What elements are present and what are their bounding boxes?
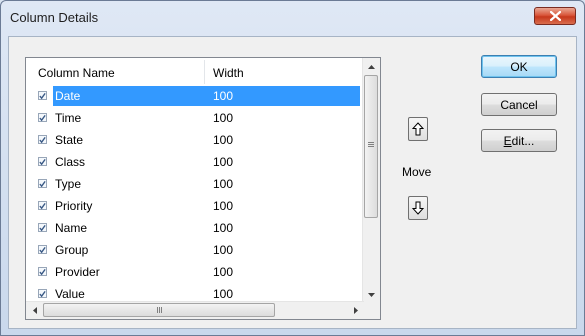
header-divider[interactable] <box>204 60 205 84</box>
checkmark-icon <box>39 92 46 99</box>
list-item[interactable]: Provider 100 <box>26 261 360 283</box>
scroll-down-arrow[interactable] <box>363 286 380 303</box>
column-name-cell: Value <box>55 287 85 301</box>
list-item[interactable]: Priority 100 <box>26 195 360 217</box>
checkmark-icon <box>39 136 46 143</box>
checkmark-icon <box>39 246 46 253</box>
move-label: Move <box>402 165 432 179</box>
column-name-cell: Class <box>55 155 86 169</box>
checkmark-icon <box>39 202 46 209</box>
list-item[interactable]: Type 100 <box>26 173 360 195</box>
list-item[interactable]: Group 100 <box>26 239 360 261</box>
row-checkbox[interactable] <box>38 245 47 254</box>
edit-label: dit... <box>511 133 535 148</box>
row-checkbox[interactable] <box>38 179 47 188</box>
edit-button[interactable]: Edit... <box>481 129 557 152</box>
checkmark-icon <box>39 158 46 165</box>
scroll-right-arrow[interactable] <box>347 302 364 319</box>
checkmark-icon <box>39 290 46 297</box>
scroll-left-arrow[interactable] <box>26 302 43 319</box>
column-name-cell: Priority <box>55 199 93 213</box>
vertical-scrollbar[interactable] <box>362 58 380 303</box>
width-cell: 100 <box>213 89 234 103</box>
dialog-client-area: Column Name Width Date 100 Time 100 State 100… <box>8 36 577 329</box>
dialog-title: Column Details <box>10 10 99 25</box>
triangle-up-icon <box>368 64 375 69</box>
triangle-down-icon <box>368 292 375 297</box>
width-cell: 100 <box>213 221 234 235</box>
list-item[interactable]: Time 100 <box>26 107 360 129</box>
width-cell: 100 <box>213 155 234 169</box>
width-cell: 100 <box>213 177 234 191</box>
column-name-cell: Name <box>55 221 88 235</box>
width-cell: 100 <box>213 287 234 301</box>
triangle-right-icon <box>353 307 358 314</box>
selection-highlight <box>53 86 360 106</box>
arrow-down-icon <box>412 201 424 215</box>
checkmark-icon <box>39 224 46 231</box>
width-cell: 100 <box>213 111 234 125</box>
width-cell: 100 <box>213 199 234 213</box>
row-checkbox[interactable] <box>38 289 47 298</box>
arrow-up-icon <box>412 122 424 136</box>
scrollbar-corner <box>363 302 380 319</box>
row-checkbox[interactable] <box>38 135 47 144</box>
list-item[interactable]: State 100 <box>26 129 360 151</box>
column-name-cell: Date <box>55 89 81 103</box>
width-header[interactable]: Width <box>213 66 244 80</box>
vertical-scroll-thumb[interactable] <box>364 75 378 218</box>
ok-button[interactable]: OK <box>481 55 557 78</box>
width-cell: 100 <box>213 265 234 279</box>
checkmark-icon <box>39 268 46 275</box>
scroll-up-arrow[interactable] <box>363 58 380 75</box>
width-cell: 100 <box>213 243 234 257</box>
row-checkbox[interactable] <box>38 201 47 210</box>
move-up-button[interactable] <box>408 117 428 141</box>
horizontal-scroll-thumb[interactable] <box>43 303 275 317</box>
column-list[interactable]: Column Name Width Date 100 Time 100 State 100… <box>25 57 381 320</box>
row-checkbox[interactable] <box>38 267 47 276</box>
column-name-cell: Group <box>55 243 89 257</box>
width-cell: 100 <box>213 133 234 147</box>
edit-mnemonic: E <box>503 133 512 148</box>
cancel-button[interactable]: Cancel <box>481 93 557 116</box>
row-checkbox[interactable] <box>38 157 47 166</box>
list-header: Column Name Width <box>26 58 360 84</box>
column-name-cell: State <box>55 133 84 147</box>
list-rows: Date 100 Time 100 State 100 Class 100 Type 100 Pri… <box>26 85 360 305</box>
column-name-cell: Time <box>55 111 82 125</box>
close-button[interactable] <box>534 7 576 25</box>
row-checkbox[interactable] <box>38 91 47 100</box>
triangle-left-icon <box>32 307 37 314</box>
row-checkbox[interactable] <box>38 113 47 122</box>
checkmark-icon <box>39 180 46 187</box>
horizontal-scrollbar[interactable] <box>26 301 364 319</box>
title-bar[interactable]: Column Details <box>1 1 584 36</box>
list-item[interactable]: Class 100 <box>26 151 360 173</box>
checkmark-icon <box>39 114 46 121</box>
column-name-cell: Provider <box>55 265 100 279</box>
list-item[interactable]: Date 100 <box>26 85 360 107</box>
column-name-header[interactable]: Column Name <box>38 66 115 80</box>
move-down-button[interactable] <box>408 196 428 220</box>
column-details-dialog: Column Details Column Name Width Date 100… <box>0 0 585 336</box>
row-checkbox[interactable] <box>38 223 47 232</box>
close-icon <box>549 11 561 21</box>
list-item[interactable]: Name 100 <box>26 217 360 239</box>
column-name-cell: Type <box>55 177 82 191</box>
